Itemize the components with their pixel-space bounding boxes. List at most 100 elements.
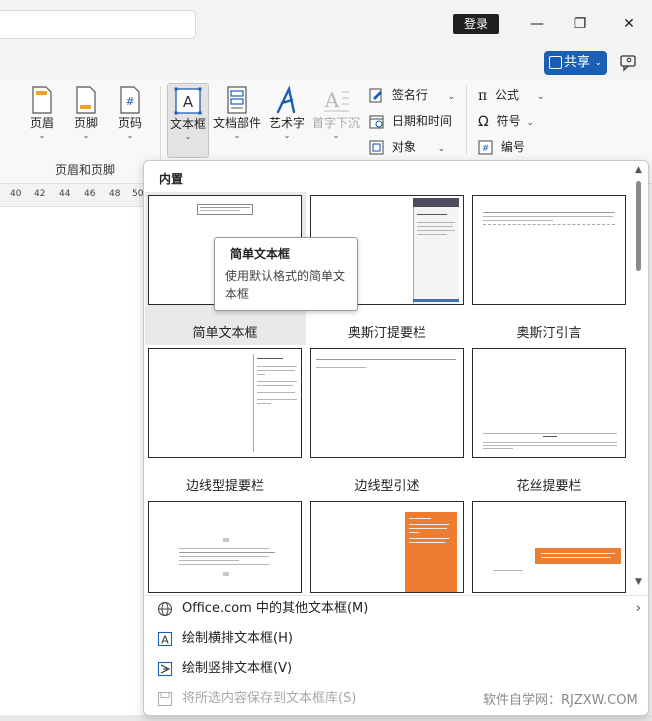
gallery-tile-sideline-quote[interactable] [310, 348, 464, 458]
gallery-tile-row3-3[interactable] [472, 501, 626, 593]
ruler-tick: 46 [84, 189, 96, 199]
date-time-button[interactable]: 日期和时间 [369, 112, 452, 129]
title-bar: 登录 — ❐ ✕ [0, 0, 652, 48]
signature-line-icon [369, 88, 382, 103]
page-number-icon: # [120, 86, 140, 114]
svg-text:A: A [324, 88, 340, 112]
scroll-up-arrow-icon[interactable]: ▲ [635, 165, 642, 175]
text-line [409, 518, 431, 519]
text-line [409, 532, 419, 533]
header-label: 页眉 [29, 116, 54, 130]
restore-button[interactable]: ❐ [568, 12, 592, 36]
gallery-tile-sideline-sidebar[interactable] [148, 348, 302, 458]
gallery-tile-row3-2[interactable] [310, 501, 464, 593]
text-line [200, 210, 240, 211]
text-line [541, 553, 615, 554]
scroll-down-arrow-icon[interactable]: ▼ [635, 577, 642, 587]
ruler-tick: 42 [34, 189, 46, 199]
textbox-button[interactable]: A 文本框 ⌄ [167, 83, 209, 158]
minimize-button[interactable]: — [525, 12, 549, 36]
close-button[interactable]: ✕ [617, 12, 641, 36]
header-button[interactable]: 页眉 ⌄ [26, 86, 58, 156]
gallery-tile-row3-1[interactable] [148, 501, 302, 593]
menu-item-more-online-textboxes[interactable]: Office.com 中的其他文本框(M) › [153, 595, 643, 623]
header-icon [32, 86, 52, 114]
chevron-down-icon: ⌄ [184, 132, 192, 141]
object-icon [369, 140, 384, 155]
share-button[interactable]: 共享 ⌄ [544, 51, 607, 75]
symbol-button[interactable]: Ω 符号 ⌄ [478, 112, 534, 130]
wordart-button[interactable]: 艺术字 ⌄ [266, 86, 308, 156]
document-page[interactable] [0, 206, 144, 715]
text-line [483, 220, 553, 221]
comment-icon[interactable] [620, 54, 638, 72]
divider-line [483, 224, 615, 225]
gallery-tile-austin-quote[interactable] [472, 195, 626, 305]
chevron-down-icon: ⌄ [82, 131, 90, 140]
accent-banner [535, 548, 621, 564]
chevron-down-icon: ⌄ [126, 131, 134, 140]
text-line [417, 234, 447, 235]
text-line [483, 216, 613, 217]
menu-item-draw-vertical-textbox[interactable]: 绘制竖排文本框(V) [153, 655, 643, 683]
save-icon [157, 691, 173, 707]
footer-button[interactable]: 页脚 ⌄ [70, 86, 102, 156]
login-button[interactable]: 登录 [453, 14, 499, 34]
text-line [179, 552, 275, 553]
scroll-thumb[interactable] [636, 181, 641, 271]
text-line [409, 524, 449, 525]
gallery-tile-filigree-sidebar[interactable] [472, 348, 626, 458]
text-line [541, 557, 611, 558]
calendar-icon [369, 115, 384, 129]
text-line [257, 403, 271, 404]
text-line [316, 367, 366, 368]
drop-cap-button[interactable]: A 首字下沉 ⌄ [311, 86, 361, 156]
tile-label: 奥斯汀提要栏 [347, 326, 426, 341]
ornament [223, 538, 229, 542]
footer-label: 页脚 [73, 116, 98, 130]
quick-parts-button[interactable]: 文档部件 ⌄ [212, 86, 262, 156]
number-button[interactable]: # 编号 [478, 138, 525, 155]
chevron-right-icon: › [635, 601, 641, 616]
chevron-down-icon: ⌄ [332, 131, 340, 140]
textbox-icon: A [174, 87, 202, 115]
chevron-down-icon: ⌄ [594, 58, 602, 68]
text-line [483, 445, 617, 446]
search-box[interactable] [0, 10, 196, 39]
footer-icon [76, 86, 96, 114]
date-time-label: 日期和时间 [391, 114, 452, 128]
menu-item-label: Office.com 中的其他文本框(M) [182, 601, 369, 616]
menu-item-draw-horizontal-textbox[interactable]: A 绘制横排文本框(H) [153, 625, 643, 653]
tooltip-description: 使用默认格式的简单文本框 [225, 269, 346, 301]
text-line [409, 542, 445, 543]
header-footer-group-label: 页眉和页脚 [55, 163, 116, 177]
share-icon [549, 56, 562, 69]
text-line [483, 212, 615, 213]
chevron-down-icon: ⌄ [447, 92, 456, 102]
pi-icon: π [478, 87, 488, 104]
gallery-scrollbar[interactable]: ▲ ▼ [632, 163, 646, 591]
text-line [257, 399, 297, 400]
symbol-label: 符号 [496, 114, 521, 128]
text-line [409, 528, 447, 529]
page-number-label: 页码 [117, 116, 142, 130]
ruler-tick: 44 [59, 189, 71, 199]
equation-label: 公式 [495, 88, 520, 102]
text-line [257, 374, 265, 375]
signature-line-button[interactable]: 签名行 ⌄ [369, 86, 455, 103]
text-line [257, 366, 297, 367]
text-line [417, 222, 455, 223]
ruler-tick: 50 [132, 189, 144, 199]
tooltip-simple-textbox: 简单文本框 使用默认格式的简单文本框 [214, 237, 358, 311]
tile-label: 花丝提要栏 [516, 479, 582, 494]
object-button[interactable]: 对象 ⌄ [369, 138, 445, 155]
page-number-button[interactable]: # 页码 ⌄ [114, 86, 146, 156]
text-line [543, 436, 557, 437]
equation-button[interactable]: π 公式 ⌄ [478, 86, 544, 104]
quick-parts-icon [227, 86, 247, 114]
menu-item-label: 绘制横排文本框(H) [182, 631, 293, 646]
chevron-down-icon: ⌄ [437, 144, 446, 154]
ornament [223, 572, 229, 576]
text-line [417, 230, 455, 231]
watermark-text: 软件自学网：RJZXW.COM [483, 693, 638, 708]
